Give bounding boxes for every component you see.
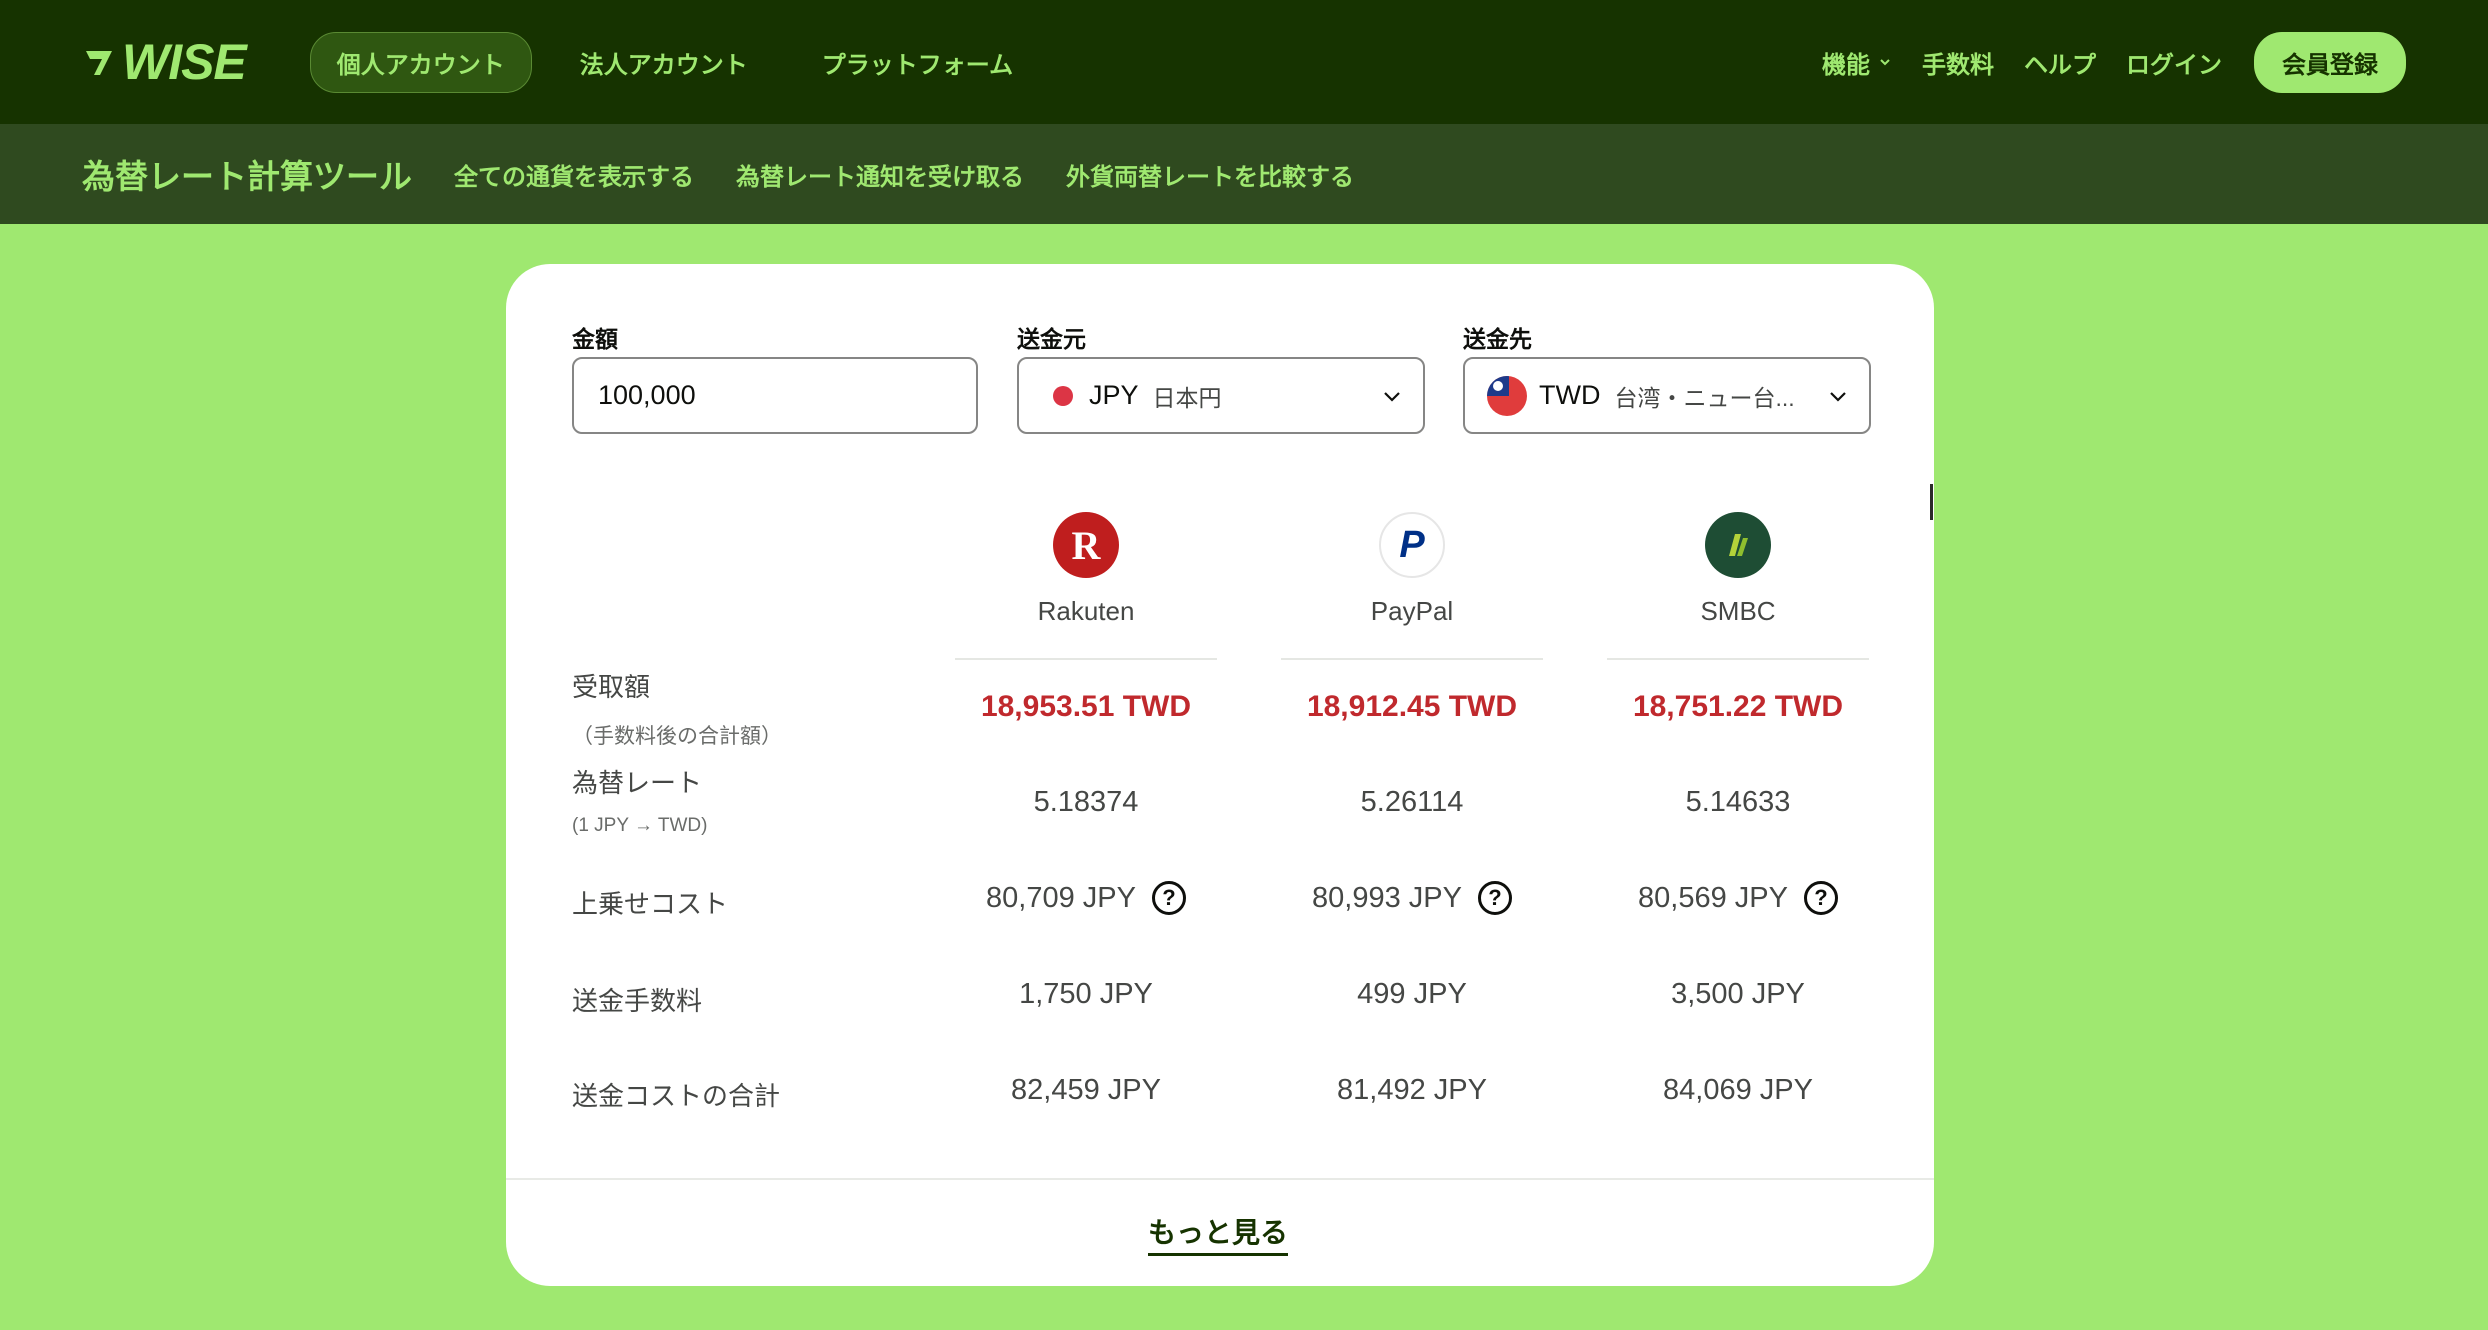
exchange-rate: 5.18374: [1033, 786, 1139, 818]
markup-label: 上乗せコスト: [572, 889, 729, 919]
total-label: 送金コストの合計: [572, 1081, 781, 1111]
received-amount: 18,912.45 TWD: [1306, 690, 1518, 723]
received-label: 受取額: [572, 672, 651, 702]
chevron-down-icon: [1830, 392, 1846, 402]
column-divider: [1607, 658, 1869, 660]
nav-fees[interactable]: 手数料: [1922, 45, 1994, 80]
jpy-flag-icon: [1053, 385, 1073, 406]
amount-label: 金額: [572, 326, 618, 352]
markup-cost: 80,709 JPY ?: [955, 881, 1217, 915]
provider-paypal: P PayPal: [1280, 512, 1544, 627]
to-currency-name: 台湾・ニュー台...: [1614, 384, 1795, 411]
total-cost: 82,459 JPY: [1011, 1074, 1161, 1106]
subnav-link-rate-alerts[interactable]: 為替レート通知を受け取る: [736, 157, 1024, 192]
markup-value: 80,993 JPY: [1312, 881, 1462, 914]
nav-help[interactable]: ヘルプ: [2024, 45, 2096, 80]
top-nav: WISE 個人アカウント 法人アカウント プラットフォーム 機能 手数料 ヘルプ…: [0, 0, 2488, 124]
amount-input[interactable]: 100,000: [572, 357, 978, 434]
nav-features[interactable]: 機能: [1822, 45, 1892, 80]
twd-flag-icon: [1487, 375, 1527, 416]
help-icon[interactable]: ?: [1151, 881, 1186, 915]
chevron-down-icon: [1384, 392, 1400, 402]
from-currency-select[interactable]: JPY 日本円: [1017, 357, 1425, 434]
transfer-fee: 3,500 JPY: [1671, 978, 1805, 1010]
received-sublabel: （手数料後の合計額）: [572, 725, 782, 748]
provider-rakuten: R Rakuten: [954, 512, 1218, 627]
to-currency-label: 送金先: [1463, 326, 1532, 352]
provider-name: SMBC: [1700, 596, 1776, 626]
rakuten-logo-icon: R: [1053, 512, 1119, 578]
logo-text: WISE: [122, 34, 247, 90]
wise-flag-icon: [86, 51, 112, 75]
to-currency-code: TWD: [1539, 380, 1601, 410]
transfer-fee: 499 JPY: [1357, 978, 1467, 1010]
card-divider: [506, 1178, 1934, 1180]
exchange-rate: 5.26114: [1360, 786, 1464, 818]
markup-value: 80,709 JPY: [986, 881, 1136, 914]
to-currency-select[interactable]: TWD 台湾・ニュー台...: [1463, 357, 1871, 434]
provider-name: Rakuten: [1037, 596, 1135, 626]
column-divider: [1281, 658, 1543, 660]
text-cursor: [1930, 484, 1933, 520]
wise-logo[interactable]: WISE: [82, 33, 247, 91]
paypal-logo-icon: P: [1379, 512, 1445, 578]
help-icon[interactable]: ?: [1803, 881, 1838, 915]
total-cost: 81,492 JPY: [1337, 1074, 1487, 1106]
received-amount: 18,953.51 TWD: [980, 690, 1192, 723]
markup-cost: 80,569 JPY ?: [1607, 881, 1869, 915]
subnav-link-all-currencies[interactable]: 全ての通貨を表示する: [454, 157, 694, 192]
markup-value: 80,569 JPY: [1638, 881, 1788, 914]
subnav-link-compare-rates[interactable]: 外貨両替レートを比較する: [1066, 157, 1354, 192]
nav-personal-account[interactable]: 個人アカウント: [309, 31, 532, 93]
from-currency-code: JPY: [1089, 380, 1139, 410]
nav-features-label: 機能: [1822, 51, 1870, 79]
transfer-fee: 1,750 JPY: [1019, 978, 1153, 1010]
exchange-rate: 5.14633: [1685, 786, 1791, 818]
total-cost: 84,069 JPY: [1663, 1074, 1813, 1106]
provider-smbc: SMBC: [1606, 512, 1870, 627]
subnav-title[interactable]: 為替レート計算ツール: [82, 150, 412, 198]
column-divider: [955, 658, 1217, 660]
help-icon[interactable]: ?: [1477, 881, 1512, 915]
chevron-down-icon: [1880, 59, 1890, 66]
provider-name: PayPal: [1370, 596, 1454, 626]
smbc-logo-icon: [1705, 512, 1771, 578]
from-currency-label: 送金元: [1017, 326, 1086, 352]
markup-cost: 80,993 JPY ?: [1281, 881, 1543, 915]
nav-login[interactable]: ログイン: [2126, 45, 2222, 80]
nav-platform[interactable]: プラットフォーム: [796, 33, 1039, 92]
received-amount: 18,751.22 TWD: [1632, 690, 1844, 723]
from-currency-name: 日本円: [1152, 384, 1222, 411]
amount-value: 100,000: [598, 380, 696, 410]
rate-label: 為替レート: [572, 768, 703, 798]
nav-business-account[interactable]: 法人アカウント: [554, 33, 774, 92]
fee-label: 送金手数料: [572, 986, 703, 1016]
signup-button[interactable]: 会員登録: [2254, 31, 2406, 93]
see-more-link[interactable]: もっと見る: [1148, 1211, 1289, 1256]
sub-nav: 為替レート計算ツール 全ての通貨を表示する 為替レート通知を受け取る 外貨両替レ…: [0, 124, 2488, 224]
rate-sublabel: (1 JPY → TWD): [572, 815, 708, 836]
